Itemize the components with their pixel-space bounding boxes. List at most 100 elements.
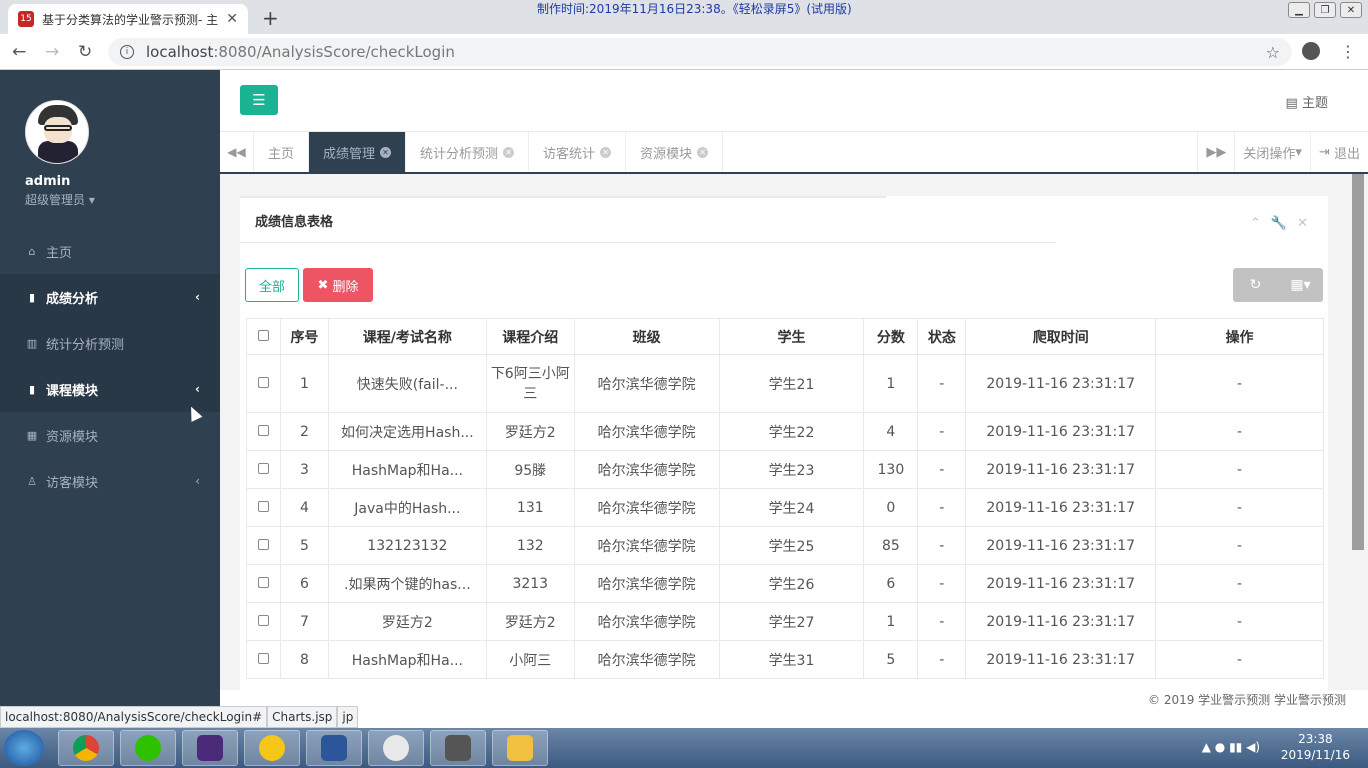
scroll-tabs-left-icon[interactable]: ◀◀ <box>220 132 254 172</box>
clock-time: 23:38 <box>1298 732 1333 746</box>
cell: 1 <box>863 354 919 413</box>
wrench-icon[interactable]: 🔧 <box>1271 216 1287 231</box>
wechat-taskbar-icon[interactable] <box>120 730 176 766</box>
row-checkbox[interactable] <box>246 526 281 565</box>
word-taskbar-icon[interactable] <box>306 730 362 766</box>
cell: - <box>1155 450 1324 489</box>
column-header[interactable]: 状态 <box>917 318 967 355</box>
url-field[interactable]: i localhost:8080/AnalysisScore/checkLogi… <box>108 38 1292 66</box>
close-tab-icon[interactable]: ✕ <box>697 146 709 158</box>
cell: - <box>917 488 967 527</box>
column-header[interactable]: 课程/考试名称 <box>327 318 487 355</box>
tab-score-management[interactable]: 成绩管理 ✕ <box>309 132 407 172</box>
table-header-row: 序号 课程/考试名称 课程介绍 班级 学生 分数 状态 爬取时间 操作 <box>246 318 1324 355</box>
tab-visitor-stats[interactable]: 访客统计 ✕ <box>529 132 627 172</box>
bookmark-star-icon[interactable]: ☆ <box>1266 43 1280 62</box>
tab-home[interactable]: 主页 <box>254 132 310 172</box>
book-icon: ▮ <box>28 290 36 304</box>
delete-button[interactable]: ✖ 删除 <box>303 268 373 302</box>
file-explorer-taskbar-icon[interactable] <box>492 730 548 766</box>
reload-icon[interactable]: ↻ <box>78 42 92 62</box>
menu-toggle-button[interactable]: ☰ <box>240 85 278 115</box>
browser-tab[interactable]: 15 基于分类算法的学业警示预测- 主 ✕ <box>8 4 248 34</box>
back-arrow-icon[interactable]: ← <box>12 42 26 62</box>
system-tray-icons[interactable]: ▲ ● ▮▮ ◀) <box>1202 740 1260 754</box>
sidebar-item-label: 资源模块 <box>46 429 99 445</box>
start-button[interactable] <box>4 730 44 766</box>
table-row[interactable]: 3 HashMap和Ha... 95滕 哈尔滨华德学院 学生23 130 - 2… <box>246 450 1324 489</box>
sidebar-item-score-analysis[interactable]: ▮ 成绩分析 ‹ <box>0 274 220 320</box>
minimize-button[interactable]: ▁ <box>1288 2 1310 18</box>
new-tab-button[interactable]: + <box>262 6 279 30</box>
table-row[interactable]: 5 132123132 132 哈尔滨华德学院 学生25 85 - 2019-1… <box>246 526 1324 565</box>
close-tab-icon[interactable]: ✕ <box>503 146 515 158</box>
account-icon[interactable] <box>1302 42 1320 60</box>
show-all-button[interactable]: 全部 <box>245 268 299 302</box>
recorder-taskbar-icon[interactable] <box>430 730 486 766</box>
close-tab-icon[interactable]: ✕ <box>380 146 392 158</box>
sidebar-item-course[interactable]: ▮ 课程模块 ‹ <box>0 366 220 412</box>
logout-button[interactable]: ⇥ 退出 <box>1309 132 1368 172</box>
row-checkbox[interactable] <box>246 602 281 641</box>
column-header[interactable]: 序号 <box>279 318 329 355</box>
sidebar-item-home[interactable]: ⌂ 主页 <box>0 228 220 274</box>
page-scrollbar[interactable] <box>1352 174 1364 550</box>
row-checkbox[interactable] <box>246 450 281 489</box>
row-checkbox[interactable] <box>246 354 281 413</box>
table-row[interactable]: 1 快速失败(fail-... 下6阿三小阿三 哈尔滨华德学院 学生21 1 -… <box>246 354 1324 413</box>
close-icon[interactable]: ✕ <box>1297 216 1308 231</box>
logout-icon: ⇥ <box>1318 144 1330 160</box>
sidebar-item-resource[interactable]: ▦ 资源模块 <box>0 412 220 458</box>
forward-arrow-icon[interactable]: → <box>45 42 59 62</box>
info-icon[interactable]: i <box>120 45 134 59</box>
row-checkbox[interactable] <box>246 564 281 603</box>
row-checkbox[interactable] <box>246 412 281 451</box>
column-header[interactable]: 分数 <box>863 318 919 355</box>
table-row[interactable]: 4 Java中的Hash... 131 哈尔滨华德学院 学生24 0 - 201… <box>246 488 1324 527</box>
cell: 学生23 <box>718 450 865 489</box>
column-header[interactable]: 操作 <box>1155 318 1324 355</box>
column-header[interactable]: 爬取时间 <box>965 318 1157 355</box>
taskbar-clock[interactable]: 23:38 2019/11/16 <box>1281 731 1350 763</box>
columns-grid-icon[interactable]: ▦▾ <box>1278 268 1323 302</box>
close-tab-icon[interactable]: ✕ <box>226 11 238 27</box>
refresh-icon[interactable]: ↻ <box>1233 268 1278 302</box>
cell: 哈尔滨华德学院 <box>573 564 720 603</box>
column-header[interactable]: 班级 <box>573 318 720 355</box>
select-all-checkbox[interactable] <box>246 318 281 355</box>
sidebar-item-statistics[interactable]: ▥ 统计分析预测 <box>0 320 220 366</box>
scroll-tabs-right-icon[interactable]: ▶▶ <box>1197 132 1234 172</box>
close-window-button[interactable]: ✕ <box>1340 2 1362 18</box>
app-taskbar-icon[interactable] <box>244 730 300 766</box>
table-row[interactable]: 8 HashMap和Ha... 小阿三 哈尔滨华德学院 学生31 5 - 201… <box>246 640 1324 679</box>
tab-statistics[interactable]: 统计分析预测 ✕ <box>406 132 530 172</box>
cell: 85 <box>863 526 919 565</box>
row-checkbox[interactable] <box>246 488 281 527</box>
cell: 2019-11-16 23:31:17 <box>965 450 1157 489</box>
avatar[interactable] <box>25 100 89 164</box>
column-header[interactable]: 课程介绍 <box>485 318 575 355</box>
tab-resource[interactable]: 资源模块 ✕ <box>626 132 724 172</box>
browser-menu-icon[interactable]: ⋮ <box>1340 42 1356 61</box>
close-tab-icon[interactable]: ✕ <box>600 146 612 158</box>
cell: 小阿三 <box>485 640 575 679</box>
table-row[interactable]: 6 .如果两个键的has... 3213 哈尔滨华德学院 学生26 6 - 20… <box>246 564 1324 603</box>
column-header[interactable]: 学生 <box>718 318 865 355</box>
java-ee-ide-taskbar-icon[interactable] <box>182 730 238 766</box>
sidebar-item-label: 主页 <box>46 245 73 261</box>
restore-button[interactable]: ❐ <box>1314 2 1336 18</box>
sidebar-item-visitor[interactable]: ♙ 访客模块 ‹ <box>0 458 220 504</box>
user-role-dropdown[interactable]: 超级管理员 ▾ <box>25 191 220 208</box>
row-checkbox[interactable] <box>246 640 281 679</box>
cell: 哈尔滨华德学院 <box>573 412 720 451</box>
chevron-left-icon: ‹ <box>195 382 200 396</box>
collapse-icon[interactable]: ⌃ <box>1250 216 1261 231</box>
table-row[interactable]: 2 如何决定选用Hash... 罗廷方2 哈尔滨华德学院 学生22 4 - 20… <box>246 412 1324 451</box>
cell: 4 <box>863 412 919 451</box>
app-taskbar-icon[interactable] <box>368 730 424 766</box>
table-row[interactable]: 7 罗廷方2 罗廷方2 哈尔滨华德学院 学生27 1 - 2019-11-16 … <box>246 602 1324 641</box>
close-operations-dropdown[interactable]: 关闭操作 ▾ <box>1234 132 1310 172</box>
chrome-taskbar-icon[interactable] <box>58 730 114 766</box>
home-icon: ⌂ <box>28 244 36 258</box>
theme-button[interactable]: ▤ 主题 <box>1286 92 1328 111</box>
